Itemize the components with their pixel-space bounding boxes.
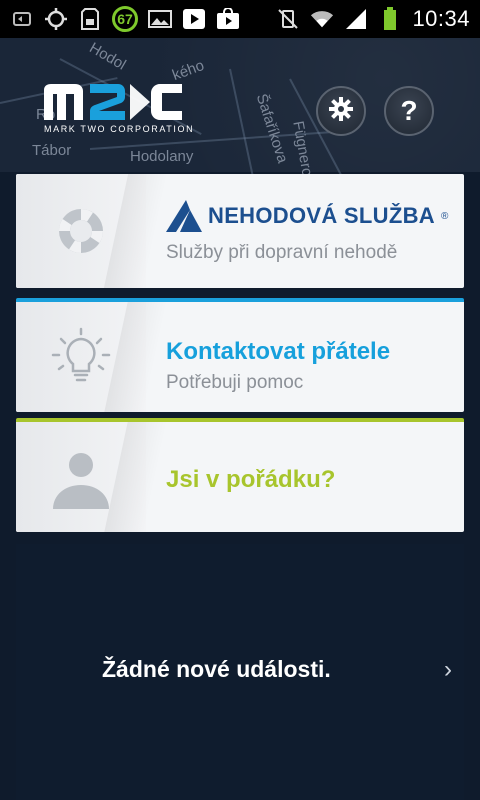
shopping-bag-icon (216, 7, 240, 31)
lightbulb-icon (46, 324, 116, 394)
play-store-icon (182, 7, 206, 31)
sdcard-icon (78, 7, 102, 31)
chevron-right-icon[interactable]: › (444, 656, 452, 684)
map-label: Tábor (32, 142, 72, 159)
app-logo (44, 82, 184, 127)
card-title: Kontaktovat přátele (166, 338, 391, 365)
events-panel[interactable]: Žádné nové události. › (16, 544, 464, 800)
map-label: Hodol (86, 39, 129, 74)
person-icon (46, 444, 116, 514)
clock: 10:34 (412, 6, 470, 31)
image-icon (148, 7, 172, 31)
badge-value: 67 (117, 11, 133, 27)
map-label: Hodolany (130, 148, 194, 165)
screen-record-icon (10, 7, 34, 31)
vibrate-mute-icon (276, 7, 300, 31)
wifi-icon (310, 7, 334, 31)
notification-badge-icon: 67 (112, 6, 138, 32)
map-label: kého (170, 56, 207, 85)
map-road (229, 68, 256, 187)
app-header: Hodol kého Ro Tábor Hodolany Šafaříkova … (0, 38, 480, 193)
no-events-message: Žádné nové události. (102, 656, 331, 682)
lifebuoy-icon (46, 196, 116, 266)
settings-button[interactable] (316, 86, 366, 136)
status-bar: 67 10:34 (0, 0, 480, 38)
help-icon: ? (400, 95, 418, 126)
gps-icon (44, 7, 68, 31)
help-button[interactable]: ? (384, 86, 434, 136)
card-subtitle: Služby při dopravní nehodě (166, 242, 398, 263)
accident-service-card[interactable]: NEHODOVÁ SLUŽBA ® Služby při dopravní ne… (16, 174, 464, 288)
card-title: Jsi v pořádku? (166, 466, 336, 493)
are-you-ok-card[interactable]: Jsi v pořádku? (16, 418, 464, 532)
card-brand-title: NEHODOVÁ SLUŽBA (208, 203, 435, 228)
nehodova-sluzba-logo: NEHODOVÁ SLUŽBA ® (166, 200, 448, 232)
map-label: Šafaříkova (252, 91, 292, 166)
gear-icon (328, 96, 354, 127)
registered-mark: ® (440, 210, 449, 222)
signal-icon (344, 7, 368, 31)
nehodova-sluzba-mark-icon (166, 200, 202, 232)
card-subtitle: Potřebuji pomoc (166, 372, 304, 393)
logo-subtitle: MARK TWO CORPORATION (44, 124, 195, 134)
battery-icon (378, 7, 402, 31)
contact-friends-card[interactable]: Kontaktovat přátele Potřebuji pomoc (16, 298, 464, 412)
